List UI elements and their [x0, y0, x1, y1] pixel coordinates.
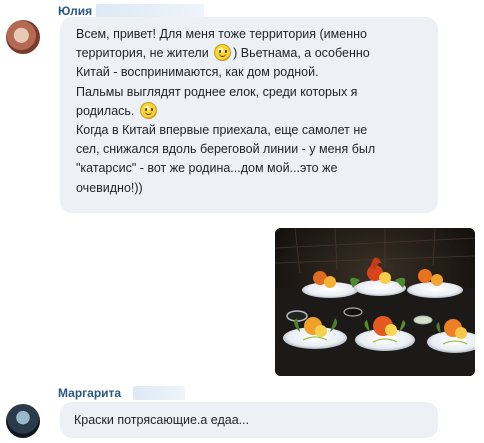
message-text: ) Вьетнама, а особенно: [233, 46, 370, 61]
photo-attachment[interactable]: [275, 228, 475, 376]
avatar[interactable]: [6, 20, 40, 54]
message-line: Всем, привет! Для меня тоже территория (…: [76, 27, 367, 41]
message-text: территория, не жители: [76, 46, 209, 61]
message-line: Пальмы выглядят роднее елок, среди котор…: [76, 84, 358, 99]
message-text: родилась.: [76, 103, 135, 118]
message-bubble: Всем, привет! Для меня тоже территория (…: [60, 17, 438, 213]
message-line: очевидно!)): [76, 180, 143, 195]
author-name[interactable]: Маргарита: [58, 386, 121, 400]
message-line: родилась.: [76, 101, 438, 121]
food-photo-image: [275, 228, 475, 376]
message-line: Китай - воспринимаются, как дом родной.: [76, 65, 319, 80]
message-line: сел, снижался вдоль береговой линии - у …: [76, 142, 376, 157]
avatar[interactable]: [6, 404, 40, 438]
message-line: "катарсис" - вот же родина...дом мой...э…: [76, 161, 338, 176]
message-line: Краски потрясающие.а едаа...: [74, 413, 250, 427]
message-bubble: Краски потрясающие.а едаа...: [60, 402, 438, 438]
smile-emoji-icon: [214, 44, 232, 62]
smile-emoji-icon: [139, 101, 157, 119]
redacted-surname: [96, 4, 204, 18]
message-line: Когда в Китай впервые приехала, еще само…: [76, 123, 368, 138]
redacted-surname: [133, 386, 185, 400]
message-line: территория, не жители ) Вьетнама, а особ…: [76, 44, 438, 63]
author-name[interactable]: Юлия: [58, 4, 92, 18]
